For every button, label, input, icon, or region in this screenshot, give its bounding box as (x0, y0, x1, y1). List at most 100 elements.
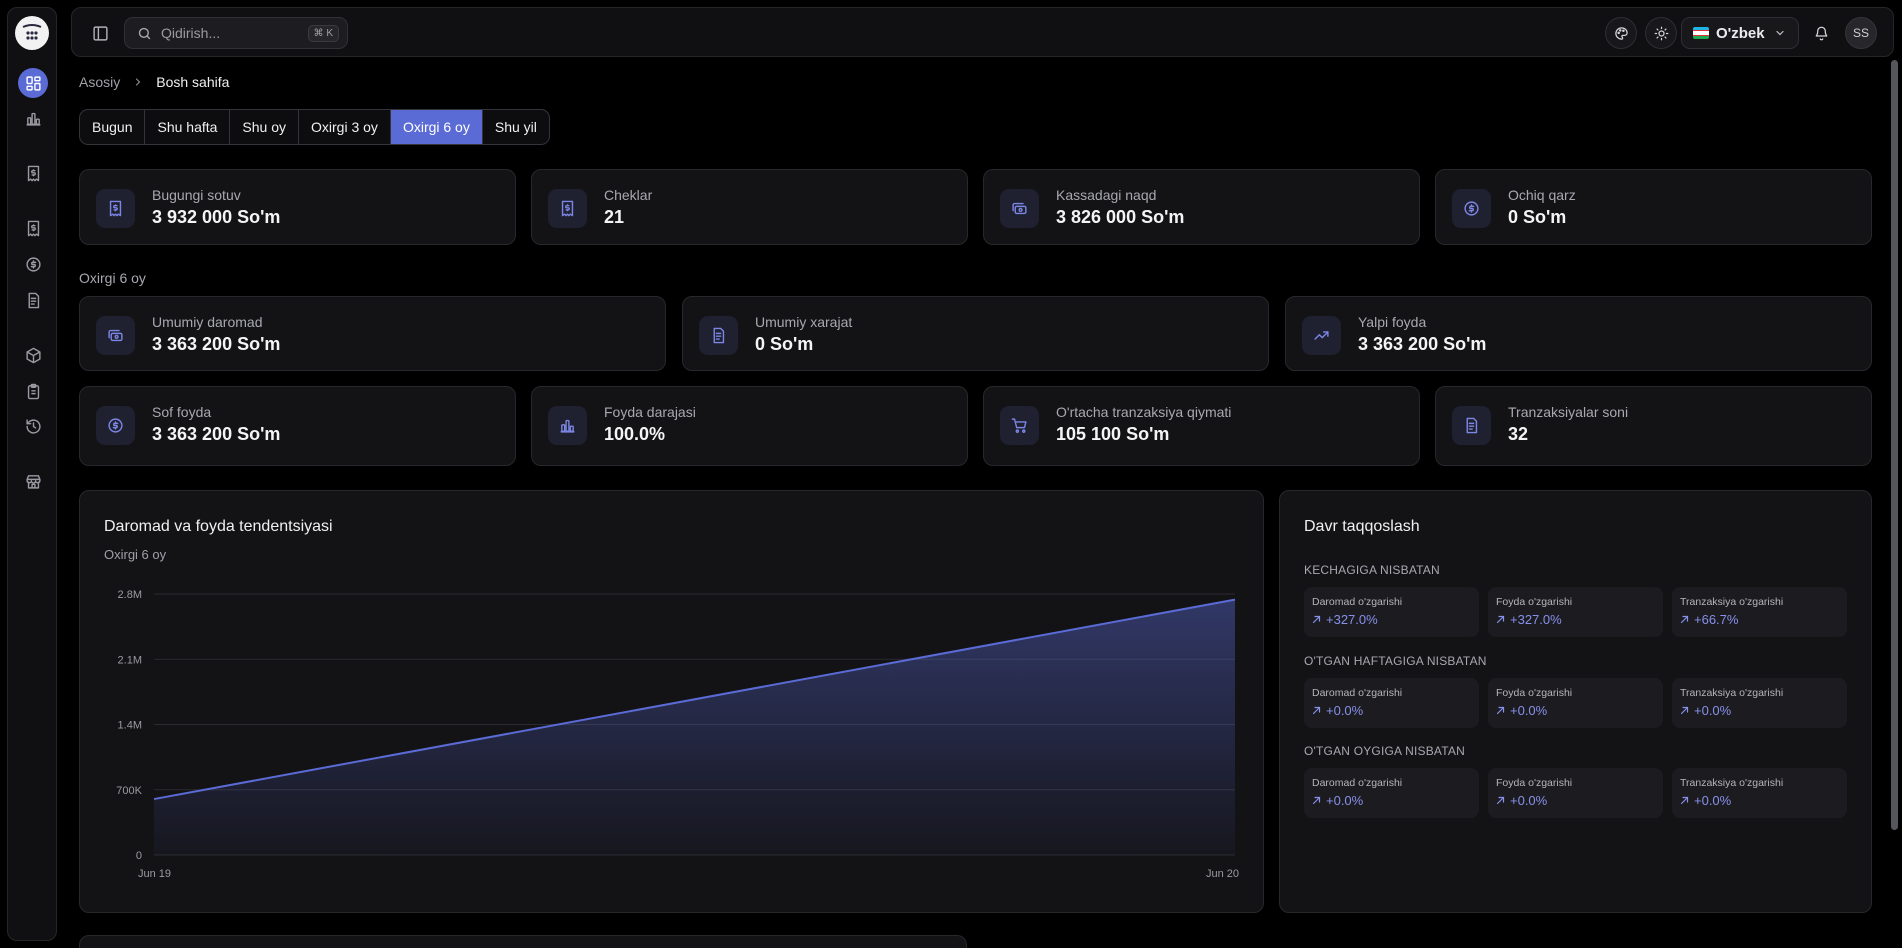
arrow-up-right-icon (1496, 615, 1505, 624)
arrow-up-right-icon (1680, 706, 1689, 715)
nav-sales[interactable] (18, 158, 48, 188)
user-avatar[interactable]: SS (1845, 17, 1877, 49)
search-shortcut: ⌘ K (307, 24, 339, 42)
arrow-up-right-icon (1496, 796, 1505, 805)
document-icon (1452, 406, 1491, 445)
stat-value: 3 826 000 So'm (1056, 207, 1185, 227)
bell-icon (1815, 26, 1827, 40)
period-tabs: Bugun Shu hafta Shu oy Oxirgi 3 oy Oxirg… (79, 109, 550, 145)
tile-value: +327.0% (1312, 612, 1378, 627)
tile-value: +327.0% (1496, 612, 1562, 627)
document-icon (699, 316, 738, 355)
nav-history[interactable] (18, 411, 48, 441)
receipt-icon (25, 165, 42, 182)
stat-card-total-revenue: Umumiy daromad 3 363 200 So'm (79, 296, 666, 371)
y-tick-label: 2.1M (118, 654, 142, 666)
chevron-down-icon (1775, 30, 1784, 36)
document-icon (25, 292, 42, 309)
tile-value: +0.0% (1496, 793, 1547, 808)
stat-label: Umumiy daromad (152, 314, 263, 330)
stat-card-total-expense: Umumiy xarajat 0 So'm (682, 296, 1269, 371)
next-card-peek (79, 935, 967, 948)
tile-value-text: +0.0% (1510, 793, 1548, 808)
stat-label: Cheklar (604, 187, 653, 203)
tile-label: Foyda o'zgarishi (1496, 687, 1573, 699)
banknote-icon (96, 316, 135, 355)
comparison-group-title: KECHAGIGA NISBATAN (1304, 563, 1440, 577)
search-input[interactable]: Qidirish... ⌘ K (124, 17, 348, 49)
banknote-icon (1000, 189, 1039, 228)
page-scrollbar-thumb[interactable] (1891, 60, 1898, 830)
tab-last-3-months[interactable]: Oxirgi 3 oy (299, 110, 391, 144)
search-placeholder: Qidirish... (161, 25, 221, 41)
nav-dashboard[interactable] (18, 68, 48, 98)
trending-up-icon (1302, 316, 1341, 355)
stat-card-avg-transaction: O'rtacha tranzaksiya qiymati 105 100 So'… (983, 386, 1420, 466)
tab-last-6-months[interactable]: Oxirgi 6 oy (390, 110, 483, 144)
cart-icon (1000, 406, 1039, 445)
tile-value: +0.0% (1496, 703, 1547, 718)
theme-palette-button[interactable] (1605, 17, 1637, 49)
stat-value: 0 So'm (1508, 207, 1567, 227)
tab-today[interactable]: Bugun (80, 110, 146, 144)
panel-left-icon (92, 25, 108, 41)
stat-label: Yalpi foyda (1358, 314, 1427, 330)
nav-store[interactable] (18, 466, 48, 496)
dashboard-icon (25, 75, 41, 91)
breadcrumb-root[interactable]: Asosiy (79, 74, 120, 90)
stat-value: 100.0% (604, 424, 666, 444)
nav-products[interactable] (18, 340, 48, 370)
nav-inventory[interactable] (18, 376, 48, 406)
tile-value-text: +0.0% (1326, 703, 1364, 718)
stat-label: Tranzaksiyalar soni (1508, 404, 1629, 420)
arrow-up-right-icon (1496, 706, 1505, 715)
comparison-group-title: O'TGAN OYGIGA NISBATAN (1304, 744, 1465, 758)
stat-card-gross-profit: Yalpi foyda 3 363 200 So'm (1285, 296, 1872, 371)
sun-icon (1654, 26, 1668, 40)
sidebar-toggle-button[interactable] (88, 21, 112, 45)
comparison-tile: Foyda o'zgarishi +0.0% (1488, 768, 1663, 818)
language-select[interactable]: O'zbek (1681, 17, 1799, 49)
store-icon (25, 474, 41, 489)
stat-value: 32 (1508, 424, 1529, 444)
trend-area-chart[interactable]: 0 700K 1.4M 2.1M 2.8M Jun 19 Jun 20 (80, 491, 1263, 912)
nav-reports[interactable] (18, 103, 48, 133)
tile-value: +0.0% (1312, 793, 1363, 808)
tile-label: Daromad o'zgarishi (1312, 596, 1403, 608)
stat-label: Ochiq qarz (1508, 187, 1576, 203)
tile-label: Daromad o'zgarishi (1312, 777, 1403, 789)
stat-label: Foyda darajasi (604, 404, 696, 420)
tile-value-text: +0.0% (1694, 793, 1732, 808)
bar-chart-icon (25, 110, 42, 127)
stat-card-profit-margin: Foyda darajasi 100.0% (531, 386, 968, 466)
chevron-right-icon (136, 78, 141, 86)
tile-label: Foyda o'zgarishi (1496, 777, 1573, 789)
x-tick-label: Jun 20 (1206, 868, 1239, 880)
tile-value-text: +0.0% (1694, 703, 1732, 718)
tile-value: +0.0% (1680, 703, 1731, 718)
tab-this-month[interactable]: Shu oy (230, 110, 300, 144)
tab-this-week[interactable]: Shu hafta (145, 110, 231, 144)
nav-debts[interactable] (18, 249, 48, 279)
tab-this-year[interactable]: Shu yil (483, 110, 549, 144)
comparison-group-title: O'TGAN HAFTAGIGA NISBATAN (1304, 654, 1487, 668)
dollar-circle-icon (25, 256, 42, 273)
nav-expenses[interactable] (18, 285, 48, 315)
light-mode-button[interactable] (1645, 17, 1677, 49)
y-tick-label: 2.8M (118, 589, 142, 601)
nav-receipts[interactable] (18, 213, 48, 243)
period-comparison-card: Davr taqqoslash KECHAGIGA NISBATAN Darom… (1279, 490, 1872, 913)
top-bar: Qidirish... ⌘ K O'zbek SS (71, 7, 1894, 57)
notifications-button[interactable] (1805, 17, 1837, 49)
dollar-circle-icon (96, 406, 135, 445)
app-logo[interactable] (15, 16, 49, 50)
tile-label: Tranzaksiya o'zgarishi (1680, 687, 1784, 699)
comparison-tile: Tranzaksiya o'zgarishi +0.0% (1672, 768, 1847, 818)
comparison-tile: Tranzaksiya o'zgarishi +0.0% (1672, 678, 1847, 728)
y-tick-label: 700K (116, 785, 142, 797)
arrow-up-right-icon (1312, 706, 1321, 715)
stat-value: 21 (604, 207, 625, 227)
stat-label: Kassadagi naqd (1056, 187, 1157, 203)
search-icon (138, 27, 151, 39)
tile-value-text: +66.7% (1694, 612, 1739, 627)
